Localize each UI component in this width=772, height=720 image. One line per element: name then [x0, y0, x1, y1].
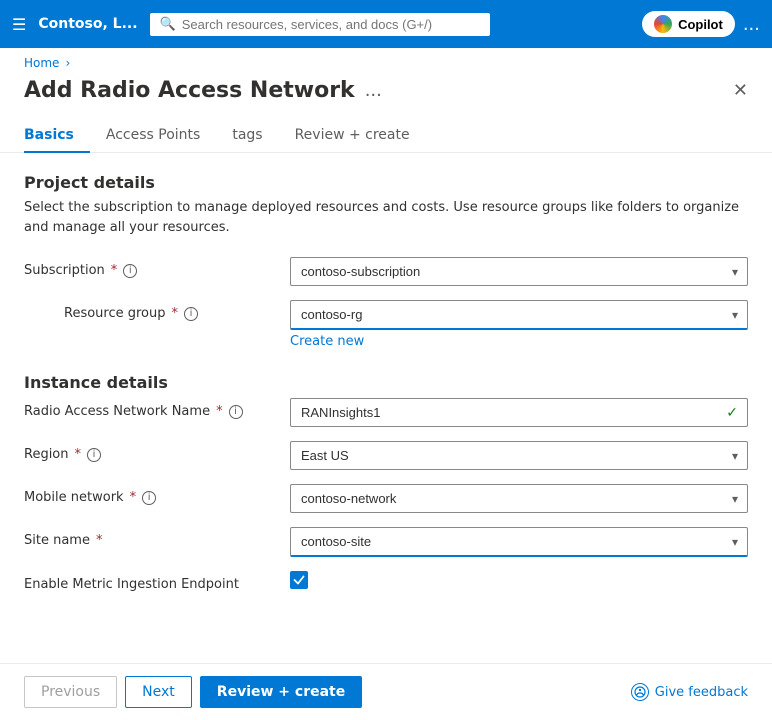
ran-name-select[interactable]: RANInsights1: [290, 398, 748, 427]
region-required: *: [75, 447, 82, 462]
metric-ingestion-checkbox[interactable]: [290, 571, 308, 589]
org-title: Contoso, L...: [38, 16, 137, 32]
metric-ingestion-label: Enable Metric Ingestion Endpoint: [24, 577, 239, 592]
next-button[interactable]: Next: [125, 676, 192, 708]
metric-ingestion-label-col: Enable Metric Ingestion Endpoint: [24, 571, 274, 592]
metric-ingestion-checkbox-wrapper: [290, 571, 748, 589]
close-button[interactable]: ✕: [733, 80, 748, 101]
mobile-network-label-col: Mobile network * i: [24, 484, 274, 505]
resource-group-field: Resource group * i contoso-rg ▾ Create n…: [24, 300, 748, 349]
site-name-label: Site name: [24, 533, 90, 548]
resource-group-select[interactable]: contoso-rg: [290, 300, 748, 330]
top-navigation: ☰ Contoso, L... 🔍 Copilot ...: [0, 0, 772, 48]
previous-button[interactable]: Previous: [24, 676, 117, 708]
subscription-info-icon[interactable]: i: [123, 264, 137, 278]
checkmark-icon: ✓: [726, 405, 738, 421]
subscription-select[interactable]: contoso-subscription: [290, 257, 748, 286]
breadcrumb-separator: ›: [65, 56, 70, 70]
checkmark-icon: [293, 574, 305, 586]
site-name-select-wrapper: contoso-site ▾: [290, 527, 748, 557]
topnav-right: Copilot ...: [642, 11, 760, 37]
subscription-required: *: [111, 263, 118, 278]
region-info-icon[interactable]: i: [87, 448, 101, 462]
ran-name-info-icon[interactable]: i: [229, 405, 243, 419]
metric-ingestion-field: Enable Metric Ingestion Endpoint: [24, 571, 748, 592]
give-feedback-label: Give feedback: [655, 685, 748, 700]
region-select-wrapper: East US ▾: [290, 441, 748, 470]
ran-name-select-wrapper: RANInsights1 ✓: [290, 398, 748, 427]
tab-bar: Basics Access Points tags Review + creat…: [0, 103, 772, 153]
instance-details-title: Instance details: [24, 373, 748, 392]
tab-access-points[interactable]: Access Points: [90, 119, 216, 153]
tab-tags[interactable]: tags: [216, 119, 278, 153]
project-details-title: Project details: [24, 173, 748, 192]
site-name-required: *: [96, 533, 103, 548]
subscription-control: contoso-subscription ▾: [290, 257, 748, 286]
resource-group-control: contoso-rg ▾ Create new: [290, 300, 748, 349]
region-label-col: Region * i: [24, 441, 274, 462]
copilot-icon: [654, 15, 672, 33]
region-select[interactable]: East US: [290, 441, 748, 470]
page-title: Add Radio Access Network: [24, 78, 355, 103]
subscription-label-col: Subscription * i: [24, 257, 274, 278]
more-options-icon[interactable]: ...: [743, 14, 760, 35]
resource-group-label-col: Resource group * i: [64, 300, 274, 321]
site-name-select[interactable]: contoso-site: [290, 527, 748, 557]
mobile-network-control: contoso-network ▾: [290, 484, 748, 513]
metric-ingestion-control: [290, 571, 748, 589]
page-header: Add Radio Access Network ... ✕: [0, 74, 772, 103]
region-control: East US ▾: [290, 441, 748, 470]
copilot-label: Copilot: [678, 17, 723, 32]
hamburger-menu-icon[interactable]: ☰: [12, 15, 26, 34]
mobile-network-label: Mobile network: [24, 490, 124, 505]
search-box[interactable]: 🔍: [150, 13, 490, 36]
region-field: Region * i East US ▾: [24, 441, 748, 470]
create-new-link[interactable]: Create new: [290, 334, 748, 349]
ran-name-label-col: Radio Access Network Name * i: [24, 398, 274, 419]
subscription-field: Subscription * i contoso-subscription ▾: [24, 257, 748, 286]
mobile-network-required: *: [130, 490, 137, 505]
mobile-network-info-icon[interactable]: i: [142, 491, 156, 505]
resource-group-required: *: [172, 306, 179, 321]
mobile-network-field: Mobile network * i contoso-network ▾: [24, 484, 748, 513]
instance-details-section: Instance details Radio Access Network Na…: [24, 373, 748, 592]
footer-bar: Previous Next Review + create Give feedb…: [0, 663, 772, 720]
review-create-button[interactable]: Review + create: [200, 676, 362, 708]
site-name-control: contoso-site ▾: [290, 527, 748, 557]
breadcrumb-home[interactable]: Home: [24, 56, 59, 70]
project-details-section: Project details Select the subscription …: [24, 173, 748, 349]
ran-name-required: *: [216, 404, 223, 419]
give-feedback-button[interactable]: Give feedback: [631, 683, 748, 701]
resource-group-select-wrapper: contoso-rg ▾: [290, 300, 748, 330]
page-title-row: Add Radio Access Network ...: [24, 78, 382, 103]
tab-basics[interactable]: Basics: [24, 119, 90, 153]
ran-name-field: Radio Access Network Name * i RANInsight…: [24, 398, 748, 427]
site-name-label-col: Site name *: [24, 527, 274, 548]
tab-review-create[interactable]: Review + create: [279, 119, 426, 153]
ran-name-control: RANInsights1 ✓: [290, 398, 748, 427]
site-name-field: Site name * contoso-site ▾: [24, 527, 748, 557]
subscription-label: Subscription: [24, 263, 105, 278]
mobile-network-select[interactable]: contoso-network: [290, 484, 748, 513]
main-content: Project details Select the subscription …: [0, 153, 772, 663]
resource-group-info-icon[interactable]: i: [184, 307, 198, 321]
ran-name-label: Radio Access Network Name: [24, 404, 210, 419]
feedback-icon: [631, 683, 649, 701]
footer-right: Give feedback: [631, 683, 748, 701]
page-options-icon[interactable]: ...: [365, 80, 382, 101]
mobile-network-select-wrapper: contoso-network ▾: [290, 484, 748, 513]
copilot-button[interactable]: Copilot: [642, 11, 735, 37]
subscription-select-wrapper: contoso-subscription ▾: [290, 257, 748, 286]
breadcrumb: Home ›: [0, 48, 772, 74]
resource-group-label: Resource group: [64, 306, 166, 321]
search-icon: 🔍: [160, 17, 176, 32]
project-details-desc: Select the subscription to manage deploy…: [24, 198, 748, 237]
search-input[interactable]: [182, 17, 480, 32]
region-label: Region: [24, 447, 69, 462]
